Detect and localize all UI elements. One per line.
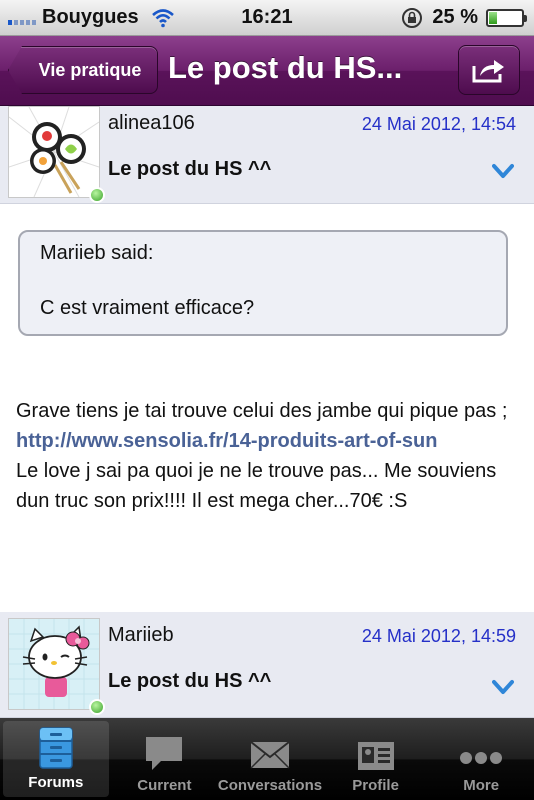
tab-label: Conversations [217,777,323,794]
chevron-down-icon[interactable] [492,678,514,696]
tab-forums[interactable]: Forums [3,721,109,797]
tab-conversations[interactable]: Conversations [217,718,323,800]
more-dots-icon [460,752,503,764]
tab-more[interactable]: More [428,718,534,800]
tab-profile[interactable]: Profile [323,718,429,800]
battery-icon [486,8,527,27]
quote-author: Mariieb said: [40,242,154,264]
tab-label: Profile [352,777,399,794]
post-username[interactable]: Mariieb [108,624,174,647]
quote-box: Mariieb said: C est vraiment efficace? [18,230,508,336]
quote-text: C est vraiment efficace? [40,297,255,319]
post-date: 24 Mai 2012, 14:54 [361,114,516,134]
post-title: Le post du HS ^^ [108,670,272,692]
post-body: Grave tiens je tai trouve celui des jamb… [16,396,516,516]
avatar[interactable] [8,106,105,203]
tab-label: More [463,777,500,794]
post-date: 24 Mai 2012, 14:59 [361,626,516,646]
speech-bubble-icon [146,737,183,770]
tab-label: Forums [28,774,84,791]
avatar[interactable] [8,618,105,715]
post-header[interactable]: Mariieb 24 Mai 2012, 14:59 Le post du HS… [0,612,534,718]
tab-label: Current [137,777,192,794]
forums-icon [39,727,73,769]
profile-card-icon [357,742,394,770]
post-link[interactable]: http://www.sensolia.fr/14-produits-art-o… [16,430,437,452]
chevron-down-icon[interactable] [492,162,514,180]
post-username[interactable]: alinea106 [108,112,195,135]
back-button[interactable]: Vie pratique [8,46,158,94]
tab-bar: Forums Current Conversations Profile Mor… [0,718,534,800]
post-header[interactable]: alinea106 24 Mai 2012, 14:54 Le post du … [0,106,534,204]
share-button[interactable] [458,45,520,95]
online-status-icon [89,187,105,203]
post-title: Le post du HS ^^ [108,158,272,180]
tab-current[interactable]: Current [112,718,218,800]
hello-kitty-avatar-icon [9,619,99,709]
sushi-avatar-icon [8,106,100,198]
battery-level [489,11,497,24]
share-icon [472,60,504,83]
navigation-bar: Vie pratique Le post du HS... [0,36,534,106]
envelope-icon [250,741,290,769]
status-bar: Bouygues 16:21 25 % [0,0,534,36]
battery-percent: 25 % [432,6,478,28]
page-title: Le post du HS... [168,50,403,85]
online-status-icon [89,699,105,715]
post-text-part: Le love j sai pa quoi je ne le trouve pa… [16,460,497,512]
post-text-part: Grave tiens je tai trouve celui des jamb… [16,400,508,422]
rotation-lock-icon [402,7,423,28]
